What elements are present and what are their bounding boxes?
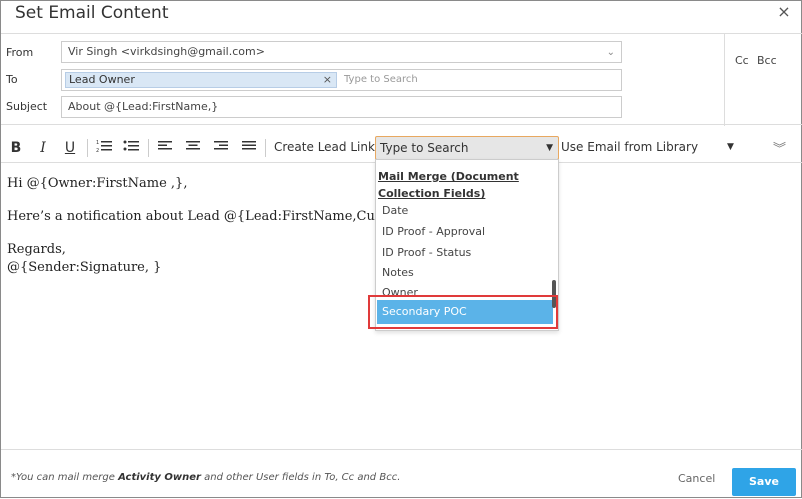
dropdown-item-selected[interactable]: Secondary POC — [377, 300, 553, 324]
bulleted-list-icon[interactable] — [122, 139, 140, 157]
library-caret-down-icon[interactable]: ▼ — [727, 142, 734, 152]
email-header: From Vir Singh <virkdsingh@gmail.com> ⌄ … — [1, 33, 802, 126]
toolbar-divider — [265, 139, 266, 157]
body-line: Regards, — [7, 242, 66, 257]
use-email-library-dropdown[interactable]: Use Email from Library — [561, 140, 698, 154]
from-value: Vir Singh <virkdsingh@gmail.com> — [68, 45, 265, 58]
dropdown-group-header: Mail Merge (Document Collection Fields) — [378, 170, 519, 200]
note-suffix: and other User fields in To, Cc and Bcc. — [200, 472, 401, 483]
subject-value: About @{Lead:FirstName,} — [68, 100, 219, 113]
italic-button[interactable]: I — [34, 139, 52, 157]
dropdown-scrollbar[interactable] — [552, 280, 556, 308]
align-center-icon[interactable] — [184, 139, 202, 157]
toolbar-divider — [148, 139, 149, 157]
cc-link[interactable]: Cc — [735, 54, 749, 67]
remove-token-icon[interactable]: × — [323, 73, 332, 87]
email-dialog: Set Email Content × From Vir Singh <virk… — [0, 0, 802, 498]
dropdown-item[interactable]: Notes — [382, 266, 414, 279]
align-left-icon[interactable] — [156, 139, 174, 157]
to-label: To — [6, 73, 18, 86]
cc-bcc-panel: Cc Bcc — [724, 34, 802, 126]
dropdown-item[interactable]: Date — [382, 204, 408, 217]
double-chevron-down-icon[interactable]: ︾ — [773, 138, 786, 157]
align-justify-icon[interactable] — [240, 139, 258, 157]
to-field[interactable]: Lead Owner × Type to Search — [61, 69, 622, 91]
numbered-list-icon[interactable]: 12 — [95, 139, 113, 157]
cancel-button[interactable]: Cancel — [678, 472, 715, 485]
mail-merge-search[interactable]: Type to Search ▼ — [375, 136, 559, 160]
align-right-icon[interactable] — [212, 139, 230, 157]
from-select[interactable]: Vir Singh <virkdsingh@gmail.com> ⌄ — [61, 41, 622, 63]
svg-text:1: 1 — [96, 140, 99, 146]
mail-merge-search-value: Type to Search — [380, 141, 469, 155]
chevron-down-icon[interactable]: ⌄ — [607, 43, 615, 63]
dropdown-item[interactable]: ID Proof - Approval — [382, 225, 485, 238]
close-icon[interactable]: × — [777, 4, 791, 20]
body-line: Here’s a notification about Lead @{Lead:… — [7, 209, 415, 224]
body-line: Hi @{Owner:FirstName ,}, — [7, 176, 188, 191]
bold-button[interactable]: B — [7, 139, 25, 157]
dialog-footer: *You can mail merge Activity Owner and o… — [1, 449, 802, 499]
create-lead-link-button[interactable]: Create Lead Link — [274, 140, 375, 154]
note-bold: Activity Owner — [118, 472, 201, 483]
body-line: @{Sender:Signature, } — [7, 260, 162, 275]
from-label: From — [6, 46, 34, 59]
save-button[interactable]: Save — [732, 468, 796, 496]
footer-note: *You can mail merge Activity Owner and o… — [11, 472, 400, 483]
note-prefix: *You can mail merge — [11, 472, 119, 483]
mail-merge-dropdown: Mail Merge (Document Collection Fields) … — [375, 159, 559, 331]
token-label: Lead Owner — [69, 73, 135, 86]
svg-text:2: 2 — [96, 148, 99, 153]
caret-down-icon[interactable]: ▼ — [546, 137, 553, 159]
dialog-title: Set Email Content — [15, 3, 169, 23]
dropdown-item[interactable]: Owner — [382, 286, 418, 299]
dropdown-item[interactable]: ID Proof - Status — [382, 246, 471, 259]
to-search-placeholder[interactable]: Type to Search — [344, 70, 418, 90]
underline-button[interactable]: U — [61, 139, 79, 157]
to-token-lead-owner[interactable]: Lead Owner × — [65, 72, 337, 88]
subject-label: Subject — [6, 100, 48, 113]
bcc-link[interactable]: Bcc — [757, 54, 777, 67]
toolbar-divider — [87, 139, 88, 157]
subject-input[interactable]: About @{Lead:FirstName,} — [61, 96, 622, 118]
